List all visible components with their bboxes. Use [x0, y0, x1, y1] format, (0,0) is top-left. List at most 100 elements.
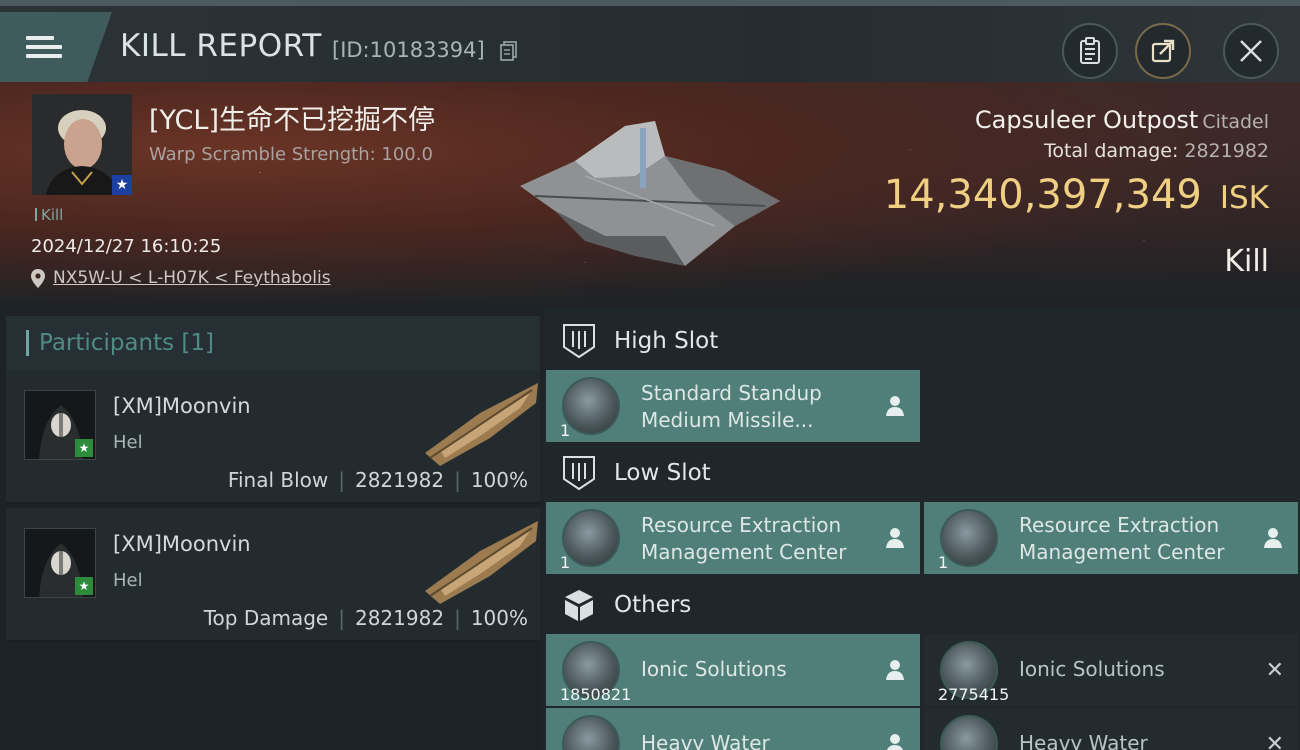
heavy-water-icon [562, 715, 620, 750]
cargo-item[interactable]: Heavy Water [546, 708, 920, 750]
total-damage-value: 2821982 [1184, 140, 1269, 162]
missile-launcher-icon [562, 377, 620, 435]
cargo-item[interactable]: 1850821 Ionic Solutions [546, 634, 920, 706]
item-quantity: 2775415 [938, 685, 1010, 704]
divider: | [338, 606, 345, 630]
participant-role: Top Damage [203, 606, 329, 630]
participant-avatar[interactable]: ★ [24, 528, 96, 598]
low-slot-title: Low Slot [614, 460, 711, 486]
item-name-line1: Resource Extraction [1019, 513, 1220, 537]
participant-name[interactable]: [XM]Moonvin [113, 394, 251, 418]
warp-scramble-strength: Warp Scramble Strength: 100.0 [149, 144, 433, 165]
victim-portrait[interactable]: ★ [32, 94, 132, 195]
item-name-line1: Resource Extraction [641, 513, 842, 537]
cube-icon [565, 590, 593, 621]
participant-name[interactable]: [XM]Moonvin [113, 532, 251, 556]
participant-avatar[interactable]: ★ [24, 390, 96, 460]
participants-title: Participants [1] [39, 330, 214, 356]
participant-percent: 100% [470, 606, 528, 630]
heavy-water-icon [940, 715, 998, 750]
participant-percent: 100% [470, 468, 528, 492]
participant-stats: Final Blow | 2821982 | 100% [228, 468, 528, 492]
result-label: Kill [1224, 244, 1269, 279]
destroyed-x-icon: ✕ [1265, 732, 1284, 750]
clipboard-button[interactable] [1062, 23, 1118, 79]
low-slot-item[interactable]: 1 Resource Extraction Management Center [924, 502, 1298, 574]
target-class: Citadel [1202, 111, 1269, 133]
item-quantity: 1 [560, 553, 571, 572]
high-slot-header: High Slot [544, 310, 1300, 372]
participant-row[interactable]: ★ [XM]Moonvin Hel Top Damage | 2821982 |… [6, 508, 540, 642]
corp-star-icon: ★ [75, 577, 93, 595]
extraction-module-icon [562, 509, 620, 567]
person-icon [886, 660, 904, 680]
item-quantity: 1850821 [560, 685, 632, 704]
cargo-item[interactable]: 2775415 Ionic Solutions ✕ [924, 634, 1298, 706]
person-icon [1264, 528, 1282, 548]
target-structure[interactable]: Capsuleer Outpost Citadel [975, 106, 1269, 134]
low-slot-header: Low Slot [544, 442, 1300, 504]
item-name: Standard Standup Medium Missile... [641, 380, 822, 434]
target-name: Capsuleer Outpost [974, 106, 1199, 134]
share-button[interactable] [1135, 23, 1191, 79]
divider: | [338, 468, 345, 492]
item-quantity: 1 [560, 421, 571, 440]
item-name: Ionic Solutions [641, 657, 787, 681]
divider: | [454, 468, 461, 492]
close-button[interactable] [1223, 23, 1279, 79]
others-header: Others [544, 574, 1300, 636]
victim-name[interactable]: [YCL]生命不已挖掘不停 [149, 98, 435, 137]
high-slot-item[interactable]: 1 Standard Standup Medium Missile... [546, 370, 920, 442]
close-icon [1240, 40, 1262, 62]
page-title: KILL REPORT [120, 28, 322, 64]
divider: | [454, 606, 461, 630]
total-damage: Total damage: 2821982 [1044, 140, 1269, 162]
participant-role: Final Blow [227, 468, 329, 492]
cargo-item[interactable]: Heavy Water ✕ [924, 708, 1298, 750]
kill-timestamp: 2024/12/27 16:10:25 [31, 236, 222, 257]
item-name: Heavy Water [641, 731, 770, 750]
citadel-structure-image [520, 121, 780, 266]
hel-ship-image [425, 521, 538, 604]
corp-star-icon: ★ [75, 439, 93, 457]
item-name-line2: Management Center [641, 540, 847, 564]
share-icon [1151, 39, 1175, 63]
isk-unit: ISK [1219, 180, 1269, 216]
section-accent-bar [26, 330, 29, 356]
high-slot-title: High Slot [614, 328, 719, 354]
copy-icon[interactable] [500, 41, 518, 61]
clipboard-icon [1080, 37, 1100, 64]
hamburger-icon [26, 31, 62, 63]
item-name: Resource Extraction Management Center [1019, 512, 1224, 566]
location-link[interactable]: NX5W-U < L-H07K < Feythabolis [53, 268, 331, 288]
person-icon [886, 734, 904, 750]
hel-ship-image [425, 383, 538, 466]
participant-ship: Hel [113, 432, 143, 453]
participants-panel: Participants [1] ★ [XM]Moonvin Hel Final… [0, 308, 540, 750]
participant-row[interactable]: ★ [XM]Moonvin Hel Final Blow | 2821982 |… [6, 370, 540, 504]
participants-header: Participants [1] [6, 316, 540, 370]
item-name: Resource Extraction Management Center [641, 512, 846, 566]
menu-button[interactable] [0, 12, 112, 82]
kill-location[interactable]: NX5W-U < L-H07K < Feythabolis [31, 268, 331, 288]
participant-stats: Top Damage | 2821982 | 100% [204, 606, 528, 630]
location-pin-icon [31, 268, 45, 288]
destroyed-x-icon: ✕ [1265, 658, 1284, 683]
participant-ship: Hel [113, 570, 143, 591]
item-name-line2: Medium Missile... [641, 408, 814, 432]
participant-damage: 2821982 [354, 606, 445, 630]
isk-amount: 14,340,397,349 [883, 172, 1202, 218]
total-damage-label: Total damage: [1043, 140, 1179, 162]
participant-damage: 2821982 [354, 468, 445, 492]
others-title: Others [614, 592, 692, 618]
isk-value: 14,340,397,349 ISK [884, 172, 1269, 218]
item-quantity: 1 [938, 553, 949, 572]
low-slot-icon [563, 456, 595, 491]
top-bar: KILL REPORT [ID:10183394] [0, 0, 1300, 82]
low-slot-item[interactable]: 1 Resource Extraction Management Center [546, 502, 920, 574]
person-icon [886, 396, 904, 416]
fitting-panel: High Slot 1 Standard Standup Medium Miss… [544, 308, 1300, 750]
item-name-line1: Standard Standup [641, 381, 822, 405]
high-slot-icon [563, 324, 595, 359]
kill-tag: Kill [35, 206, 63, 224]
